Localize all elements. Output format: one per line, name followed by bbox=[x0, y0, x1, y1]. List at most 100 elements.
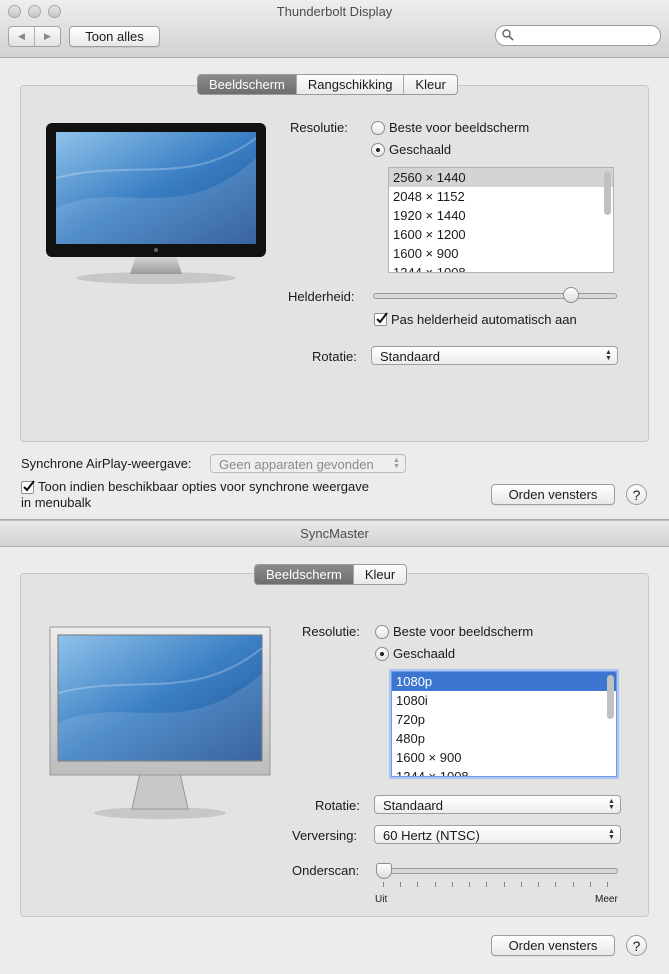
radio-scaled[interactable]: Geschaald bbox=[371, 142, 451, 157]
rotation-label: Rotatie: bbox=[312, 349, 357, 364]
radio-best-label: Beste voor beeldscherm bbox=[389, 120, 530, 135]
resolution-list-scrollbar[interactable] bbox=[604, 171, 611, 215]
gather-windows-button[interactable]: Orden vensters bbox=[491, 935, 615, 956]
popup-arrows-icon: ▲ ▼ bbox=[605, 349, 612, 362]
underscan-label: Onderscan: bbox=[292, 863, 360, 878]
brightness-slider-track[interactable] bbox=[373, 293, 617, 299]
list-item[interactable]: 1080i bbox=[392, 691, 616, 710]
menubar-option-checkbox[interactable]: Toon indien beschikbaar opties voor sync… bbox=[21, 479, 369, 511]
popup-arrows-icon: ▲ ▼ bbox=[608, 798, 615, 811]
brightness-label: Helderheid: bbox=[288, 289, 355, 304]
resolution-label: Resolutie: bbox=[302, 624, 360, 639]
syncmaster-display-illustration bbox=[49, 626, 271, 819]
window-titlebar: SyncMaster bbox=[0, 520, 669, 547]
menubar-option-label-line1: Toon indien beschikbaar opties voor sync… bbox=[38, 479, 369, 494]
airplay-popup[interactable]: Geen apparaten gevonden ▲ ▼ bbox=[210, 454, 406, 473]
radio-scaled-indicator bbox=[371, 142, 385, 157]
thunderbolt-display-illustration bbox=[46, 123, 266, 284]
slider-tick bbox=[383, 882, 384, 887]
airplay-value: Geen apparaten gevonden bbox=[219, 457, 374, 472]
slider-tick bbox=[469, 882, 471, 887]
tab-beeldscherm[interactable]: Beeldscherm bbox=[198, 75, 296, 94]
slider-tick bbox=[400, 882, 402, 887]
rotation-popup[interactable]: Standaard ▲ ▼ bbox=[374, 795, 621, 814]
window-title: SyncMaster bbox=[300, 526, 369, 541]
rotation-label: Rotatie: bbox=[315, 798, 360, 813]
slider-tick bbox=[486, 882, 488, 887]
search-field[interactable] bbox=[495, 25, 661, 46]
radio-best-label: Beste voor beeldscherm bbox=[393, 624, 534, 639]
radio-scaled[interactable]: Geschaald bbox=[375, 646, 455, 661]
slider-tick bbox=[520, 882, 522, 887]
search-icon bbox=[502, 29, 514, 41]
list-item[interactable]: 1600 × 1200 bbox=[389, 225, 613, 244]
forward-button[interactable]: ▶ bbox=[34, 27, 60, 46]
list-item[interactable]: 1344 × 1008 bbox=[389, 263, 613, 272]
list-item[interactable]: 720p bbox=[392, 710, 616, 729]
brightness-slider-knob[interactable] bbox=[562, 287, 579, 303]
help-button[interactable]: ? bbox=[626, 484, 647, 505]
radio-scaled-label: Geschaald bbox=[389, 142, 452, 157]
tab-beeldscherm[interactable]: Beeldscherm bbox=[255, 565, 353, 584]
radio-best-indicator bbox=[371, 120, 385, 135]
underscan-slider-track[interactable] bbox=[376, 868, 618, 874]
radio-scaled-label: Geschaald bbox=[393, 646, 456, 661]
slider-tick bbox=[417, 882, 419, 887]
window-title: Thunderbolt Display bbox=[276, 4, 393, 19]
show-all-button[interactable]: Toon alles bbox=[69, 26, 160, 47]
tab-rangschikking[interactable]: Rangschikking bbox=[295, 75, 404, 94]
underscan-min-label: Uit bbox=[375, 894, 388, 905]
back-button[interactable]: ◀ bbox=[9, 27, 34, 46]
help-button[interactable]: ? bbox=[626, 935, 647, 956]
radio-best-indicator bbox=[375, 624, 389, 639]
tab-kleur[interactable]: Kleur bbox=[403, 75, 456, 94]
refresh-popup[interactable]: 60 Hertz (NTSC) ▲ ▼ bbox=[374, 825, 621, 844]
resolution-list[interactable]: 1080p 1080i 720p 480p 1600 × 900 1344 × … bbox=[391, 671, 617, 777]
slider-tick bbox=[607, 882, 608, 887]
back-forward-control: ◀ ▶ bbox=[8, 26, 61, 47]
resolution-label: Resolutie: bbox=[290, 120, 348, 135]
popup-arrows-icon: ▲ ▼ bbox=[393, 457, 400, 470]
list-item[interactable]: 2048 × 1152 bbox=[389, 187, 613, 206]
slider-tick bbox=[538, 882, 540, 887]
slider-tick bbox=[434, 882, 436, 887]
resolution-list[interactable]: 2560 × 1440 2048 × 1152 1920 × 1440 1600… bbox=[388, 167, 614, 273]
tab-kleur[interactable]: Kleur bbox=[352, 565, 406, 584]
refresh-value: 60 Hertz (NTSC) bbox=[383, 828, 480, 843]
slider-tick bbox=[555, 882, 557, 887]
window-titlebar: Thunderbolt Display ◀ ▶ Toon alles bbox=[0, 0, 669, 58]
thunderbolt-display-window: Thunderbolt Display ◀ ▶ Toon alles Beeld… bbox=[0, 0, 669, 520]
rotation-popup[interactable]: Standaard ▲ ▼ bbox=[371, 346, 618, 365]
list-item[interactable]: 1600 × 900 bbox=[392, 748, 616, 767]
list-item[interactable]: 1080p bbox=[392, 672, 616, 691]
resolution-list-scrollbar[interactable] bbox=[607, 675, 614, 719]
rotation-value: Standaard bbox=[380, 349, 440, 364]
display-tabs: Beeldscherm Kleur bbox=[254, 564, 408, 585]
refresh-label: Verversing: bbox=[292, 828, 358, 843]
menubar-option-label-line2: in menubalk bbox=[21, 495, 92, 510]
list-item[interactable]: 1920 × 1440 bbox=[389, 206, 613, 225]
radio-best-for-display[interactable]: Beste voor beeldscherm bbox=[371, 120, 529, 135]
checkbox-box bbox=[374, 312, 388, 326]
underscan-slider-knob[interactable] bbox=[376, 863, 392, 879]
auto-brightness-checkbox[interactable]: Pas helderheid automatisch aan bbox=[374, 312, 577, 327]
checkmark-icon bbox=[376, 312, 388, 324]
radio-scaled-indicator bbox=[375, 646, 389, 661]
underscan-max-label: Meer bbox=[595, 894, 618, 905]
slider-tick bbox=[451, 882, 453, 887]
slider-tick bbox=[572, 882, 574, 887]
radio-best-for-display[interactable]: Beste voor beeldscherm bbox=[375, 624, 533, 639]
airplay-label: Synchrone AirPlay-weergave: bbox=[21, 456, 192, 471]
checkmark-icon bbox=[23, 480, 35, 492]
list-item[interactable]: 480p bbox=[392, 729, 616, 748]
list-item[interactable]: 1344 × 1008 bbox=[392, 767, 616, 776]
checkbox-box bbox=[21, 480, 35, 494]
auto-brightness-label: Pas helderheid automatisch aan bbox=[391, 312, 577, 327]
list-item[interactable]: 1600 × 900 bbox=[389, 244, 613, 263]
popup-arrows-icon: ▲ ▼ bbox=[608, 828, 615, 841]
list-item[interactable]: 2560 × 1440 bbox=[389, 168, 613, 187]
syncmaster-window: SyncMaster Beeldscherm Kleur Resolutie: … bbox=[0, 520, 669, 974]
gather-windows-button[interactable]: Orden vensters bbox=[491, 484, 615, 505]
display-tabs: Beeldscherm Rangschikking Kleur bbox=[197, 74, 458, 95]
slider-tick bbox=[589, 882, 591, 887]
